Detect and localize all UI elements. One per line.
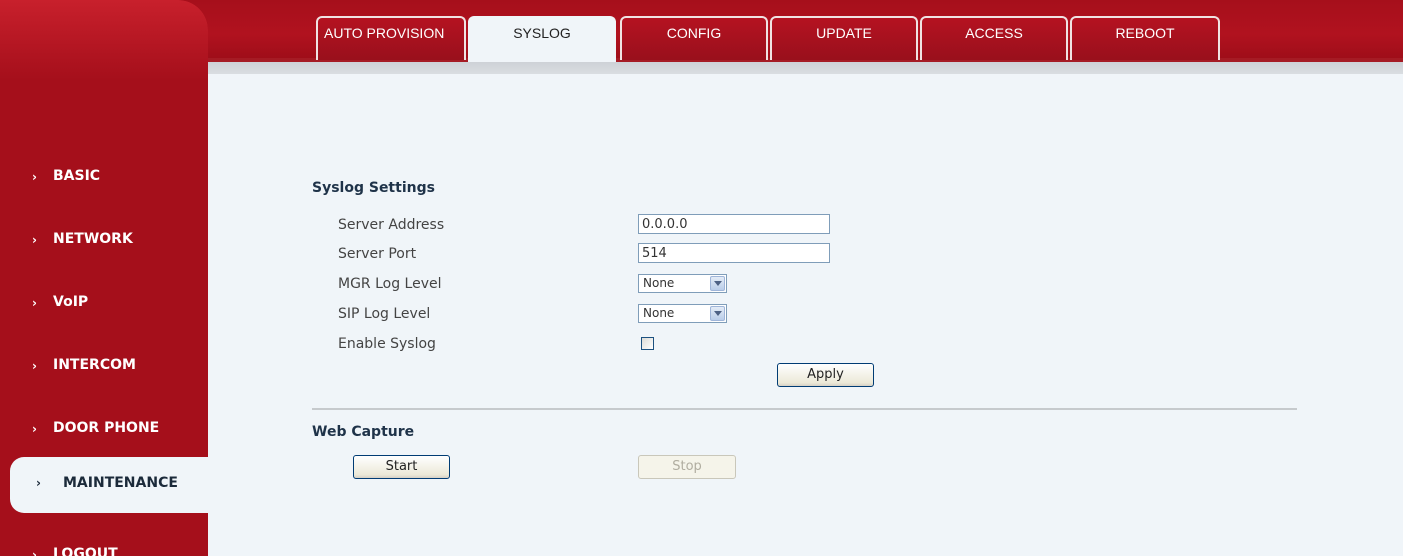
sidebar-item-door-phone[interactable]: › DOOR PHONE [0,409,208,453]
server-address-label: Server Address [338,217,445,233]
sidebar-item-label: INTERCOM [53,357,136,373]
sidebar-item-network[interactable]: › NETWORK [0,220,208,264]
select-value: None [643,276,675,290]
server-port-input[interactable] [638,243,830,263]
start-capture-button[interactable]: Start [353,455,450,479]
sidebar-item-voip[interactable]: › VoIP [0,283,208,327]
sidebar-item-label: DOOR PHONE [53,420,160,436]
stop-capture-button: Stop [638,455,736,479]
header-strip [205,58,1403,74]
tab-label: AUTO PROVISION [324,25,445,41]
chevron-right-icon: › [32,548,37,556]
sidebar-item-basic[interactable]: › BASIC [0,157,208,201]
chevron-right-icon: › [32,359,37,373]
sidebar-item-label: MAINTENANCE [63,475,178,491]
tab-access[interactable]: ACCESS [920,16,1068,60]
mgr-log-level-label: MGR Log Level [338,276,442,292]
sidebar-item-intercom[interactable]: › INTERCOM [0,346,208,390]
chevron-right-icon: › [32,422,37,436]
chevron-right-icon: › [36,476,41,490]
tab-label: UPDATE [816,25,872,41]
sip-log-level-select[interactable]: None [638,304,727,323]
server-port-label: Server Port [338,246,417,262]
main-content: Syslog Settings Server Address Server Po… [208,74,1403,556]
sidebar-item-label: VoIP [53,294,89,310]
sip-log-level-label: SIP Log Level [338,306,431,322]
syslog-settings-title: Syslog Settings [312,180,435,196]
mgr-log-level-select[interactable]: None [638,274,727,293]
enable-syslog-checkbox[interactable] [641,337,654,350]
tab-auto-provision[interactable]: AUTO PROVISION [316,16,466,60]
sidebar-item-logout[interactable]: › LOGOUT [0,535,208,556]
tab-reboot[interactable]: REBOOT [1070,16,1220,60]
web-capture-title: Web Capture [312,424,415,440]
server-address-input[interactable] [638,214,830,234]
enable-syslog-label: Enable Syslog [338,336,436,352]
tab-syslog[interactable]: SYSLOG [468,16,616,62]
tab-label: ACCESS [965,25,1023,41]
chevron-right-icon: › [32,170,37,184]
chevron-down-icon[interactable] [710,276,725,291]
tab-label: SYSLOG [513,25,571,41]
sidebar-item-maintenance[interactable]: › MAINTENANCE [10,457,208,513]
chevron-down-icon[interactable] [710,306,725,321]
sidebar-gloss [0,0,208,80]
apply-button[interactable]: Apply [777,363,874,387]
sidebar-item-label: LOGOUT [53,546,118,556]
section-divider [312,408,1297,410]
tab-config[interactable]: CONFIG [620,16,768,60]
chevron-right-icon: › [32,233,37,247]
select-value: None [643,306,675,320]
tab-label: REBOOT [1115,25,1175,41]
tab-label: CONFIG [666,25,722,41]
sidebar-item-label: NETWORK [53,231,133,247]
tab-update[interactable]: UPDATE [770,16,918,60]
chevron-right-icon: › [32,296,37,310]
sidebar: › BASIC › NETWORK › VoIP › INTERCOM › DO… [0,0,208,556]
sidebar-item-label: BASIC [53,168,101,184]
